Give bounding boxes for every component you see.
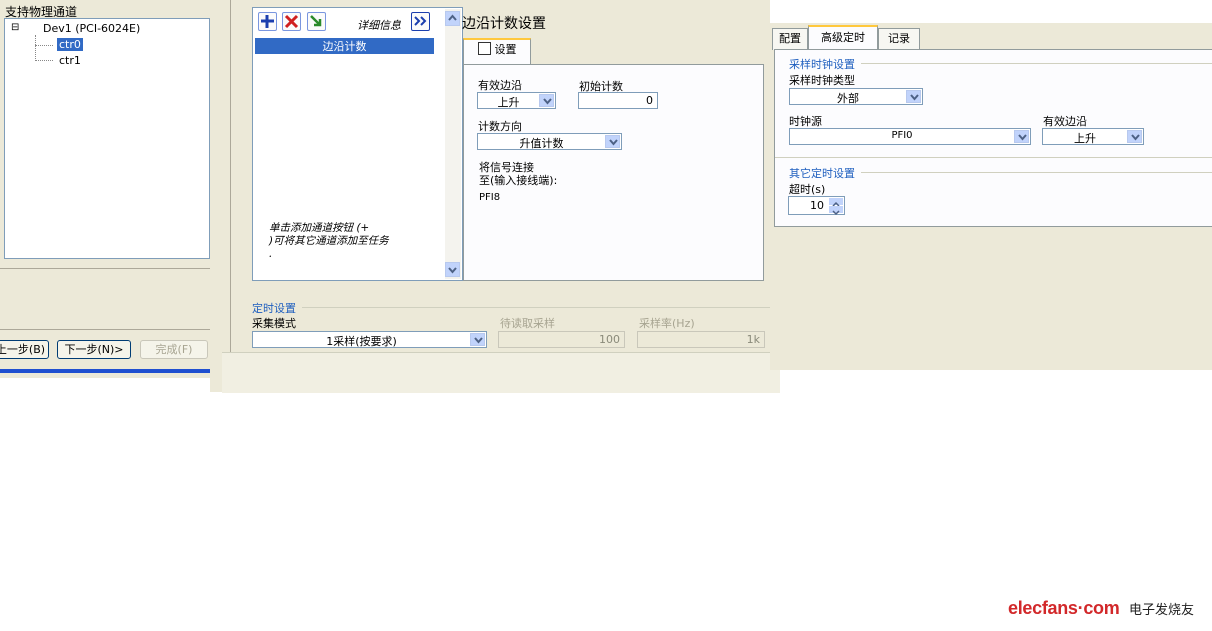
other-timing-group-title: 其它定时设置	[789, 167, 855, 180]
other-group-line	[861, 172, 1212, 173]
clock-source-value: PFI0	[891, 130, 913, 141]
scroll-down-icon[interactable]	[445, 262, 460, 277]
tree-node-device[interactable]: Dev1 (PCI-6024E)	[43, 22, 140, 35]
channel-tree: ⊟ Dev1 (PCI-6024E) ctr0 ctr1	[4, 18, 210, 259]
signal-connect-label: 将信号连接 至(输入接线端):	[479, 161, 557, 187]
spin-down-icon[interactable]	[829, 206, 843, 216]
settings-tab-label: 设置	[494, 43, 517, 56]
samples-to-read-input[interactable]: 100	[498, 331, 625, 348]
middle-panel: 详细信息 边沿计数 单击添加通道按钮 (+ )可将其它通道添加至任务 . 边沿计…	[210, 0, 780, 393]
sample-clock-group-title: 采样时钟设置	[789, 58, 855, 71]
hint-line: )可将其它通道添加至任务	[269, 235, 389, 247]
dropdown-arrow-icon	[1127, 130, 1142, 143]
add-channel-icon[interactable]	[258, 12, 277, 31]
right-panel: 配置 高级定时 记录 采样时钟设置 采样时钟类型 外部 时钟源 PFI0 有效边…	[770, 0, 1212, 370]
tree-connector	[35, 60, 53, 61]
clock-source-select[interactable]: PFI0	[789, 128, 1031, 145]
clock-edge-value: 上升	[1074, 132, 1096, 145]
active-edge-select[interactable]: 上升	[477, 92, 556, 109]
samples-to-read-value: 100	[599, 333, 620, 346]
dropdown-arrow-icon	[605, 135, 620, 148]
samples-to-read-label: 待读取采样	[500, 317, 555, 330]
timing-settings-title: 定时设置	[252, 302, 296, 315]
count-direction-select[interactable]: 升值计数	[477, 133, 622, 150]
acq-mode-label: 采集模式	[252, 317, 296, 330]
remove-channel-icon[interactable]	[282, 12, 301, 31]
advanced-timing-page: 采样时钟设置 采样时钟类型 外部 时钟源 PFI0 有效边沿 上升 其它定时设置…	[774, 49, 1212, 227]
middle-bottom-bar	[222, 352, 780, 393]
sample-rate-value: 1k	[746, 333, 760, 346]
dropdown-arrow-icon	[470, 333, 485, 346]
tree-connector	[35, 35, 37, 61]
signal-connect-label-line1: 将信号连接	[479, 161, 534, 174]
watermark-brand: elecfans·com	[1008, 598, 1120, 618]
timeout-input[interactable]: 10	[788, 196, 845, 216]
settings-tab-icon	[477, 42, 491, 55]
sample-rate-label: 采样率(Hz)	[639, 317, 695, 330]
divider	[0, 329, 210, 330]
tree-node-ctr1[interactable]: ctr1	[59, 54, 81, 67]
input-terminal-value: PFI8	[479, 192, 501, 203]
watermark-cn: 电子发烧友	[1128, 603, 1194, 618]
hint-text: 单击添加通道按钮 (+ )可将其它通道添加至任务 .	[269, 222, 389, 261]
back-button[interactable]: 上一步(B)	[0, 340, 49, 359]
left-panel: 支持物理通道 ⊟ Dev1 (PCI-6024E) ctr0 ctr1 上一步(…	[0, 0, 210, 378]
acq-mode-select[interactable]: 1采样(按要求)	[252, 331, 487, 348]
expand-details-icon[interactable]	[411, 12, 430, 31]
list-scrollbar[interactable]	[445, 9, 461, 279]
settings-tab-page: 有效边沿 上升 初始计数 0 计数方向 升值计数 将信号连接 至(输入接线端):…	[463, 64, 764, 281]
tab-advanced-timing[interactable]: 高级定时	[808, 25, 878, 50]
clock-type-value: 外部	[837, 92, 859, 105]
tree-connector	[35, 45, 53, 46]
active-edge-value: 上升	[497, 96, 520, 109]
finish-button[interactable]: 完成(F)	[140, 340, 208, 359]
dropdown-arrow-icon	[539, 94, 554, 107]
tree-node-ctr0[interactable]: ctr0	[57, 38, 83, 51]
initial-count-value: 0	[646, 94, 653, 107]
sample-rate-input[interactable]: 1k	[637, 331, 765, 348]
next-button[interactable]: 下一步(N)>	[57, 340, 131, 359]
dropdown-arrow-icon	[1014, 130, 1029, 143]
right-panel-top-blank	[770, 0, 1212, 23]
edge-count-settings-title: 边沿计数设置	[462, 16, 546, 32]
active-edge-label: 有效边沿	[478, 79, 522, 92]
timing-group-line	[302, 307, 770, 308]
sort-channels-icon[interactable]	[307, 12, 326, 31]
count-direction-label: 计数方向	[478, 120, 522, 133]
tree-collapse-icon[interactable]: ⊟	[11, 22, 19, 33]
initial-count-input[interactable]: 0	[578, 92, 658, 109]
timeout-value: 10	[810, 199, 824, 212]
section-divider	[775, 157, 1212, 158]
tab-logging[interactable]: 记录	[878, 28, 920, 50]
hint-line: 单击添加通道按钮 (+	[269, 222, 370, 234]
clock-group-line	[861, 63, 1212, 64]
clock-type-select[interactable]: 外部	[789, 88, 923, 105]
clock-edge-select[interactable]: 上升	[1042, 128, 1144, 145]
channel-list-panel: 详细信息 边沿计数 单击添加通道按钮 (+ )可将其它通道添加至任务 .	[252, 7, 463, 281]
clock-type-label: 采样时钟类型	[789, 74, 855, 87]
details-label: 详细信息	[357, 19, 401, 32]
dropdown-arrow-icon	[906, 90, 921, 103]
divider	[0, 268, 210, 269]
tab-config[interactable]: 配置	[772, 28, 808, 50]
channel-list-item[interactable]: 边沿计数	[255, 38, 434, 54]
spin-up-icon[interactable]	[829, 198, 843, 207]
middle-left-edge	[230, 0, 231, 352]
progress-bar	[0, 369, 210, 373]
timeout-label: 超时(s)	[789, 183, 826, 196]
watermark-logo: elecfans·com 电子发烧友	[1008, 598, 1194, 619]
clock-edge-label: 有效边沿	[1043, 115, 1087, 128]
signal-connect-label-line2: 至(输入接线端):	[479, 174, 558, 187]
hint-line: .	[269, 248, 273, 260]
tab-settings[interactable]: 设置	[463, 38, 531, 64]
clock-source-label: 时钟源	[789, 115, 822, 128]
acq-mode-value: 1采样(按要求)	[326, 335, 397, 348]
count-direction-value: 升值计数	[519, 137, 564, 150]
scroll-up-icon[interactable]	[445, 11, 460, 26]
